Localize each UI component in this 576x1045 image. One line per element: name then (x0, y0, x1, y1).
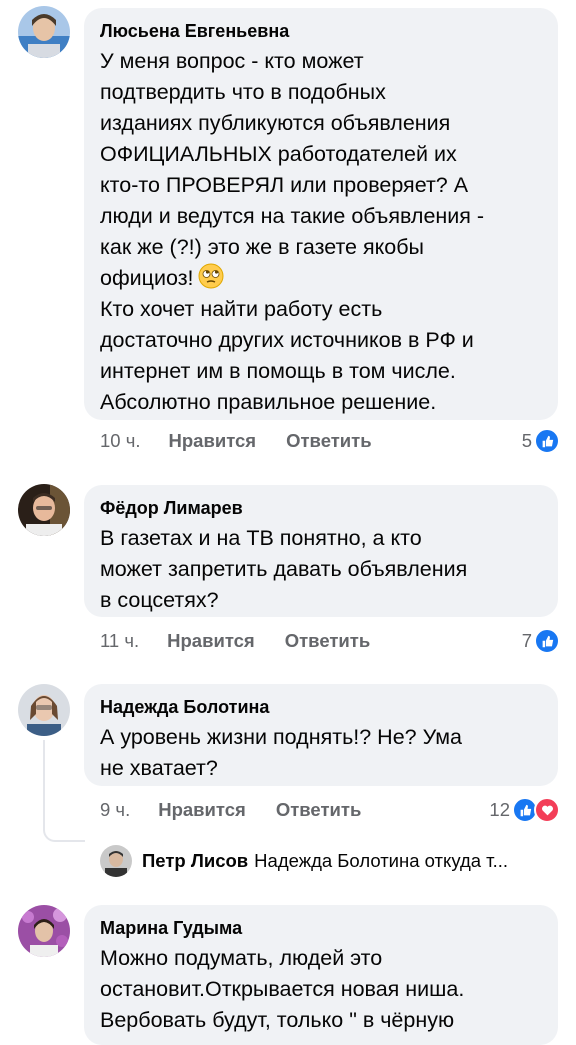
comment-bubble: Надежда Болотина А уровень жизни поднять… (84, 684, 558, 786)
thread-line (43, 740, 85, 842)
avatar (100, 845, 132, 877)
comment-author[interactable]: Марина Гудыма (100, 917, 542, 939)
like-reaction-icon (534, 628, 560, 654)
comment-bubble: Люсьена Евгеньевна У меня вопрос - кто м… (84, 8, 558, 420)
reply-preview[interactable]: Петр Лисов Надежда Болотина откуда т... (100, 845, 508, 877)
like-button[interactable]: Нравится (158, 799, 246, 821)
reply-button[interactable]: Ответить (286, 430, 372, 452)
comment-text: У меня вопрос - кто может подтвердить чт… (100, 49, 485, 414)
reaction-number: 7 (521, 630, 532, 651)
comment-actions: 11 ч. Нравится Ответить (100, 630, 370, 652)
comment-text: В газетах и на ТВ понятно, а кто может з… (100, 526, 468, 612)
reply-author[interactable]: Петр Лисов (142, 850, 248, 872)
comment-actions: 10 ч. Нравится Ответить (100, 430, 372, 452)
love-reaction-icon (534, 797, 560, 823)
comment-author[interactable]: Надежда Болотина (100, 696, 542, 718)
reaction-number: 5 (521, 430, 532, 451)
avatar[interactable] (18, 6, 70, 58)
comment-time[interactable]: 9 ч. (100, 799, 130, 821)
reply-button[interactable]: Ответить (276, 799, 362, 821)
rolling-eyes-emoji-icon (198, 263, 224, 289)
like-button[interactable]: Нравится (169, 430, 257, 452)
comment-text: А уровень жизни поднять!? Не? Ума не хва… (100, 725, 463, 780)
reply-text: Надежда Болотина откуда т... (254, 850, 509, 871)
comment-time[interactable]: 11 ч. (100, 630, 139, 652)
reaction-number: 12 (489, 799, 510, 820)
reaction-count[interactable]: 5 (522, 428, 560, 454)
comment-bubble: Фёдор Лимарев В газетах и на ТВ понятно,… (84, 485, 558, 617)
comment-bubble: Марина Гудыма Можно подумать, людей это … (84, 905, 558, 1045)
comment-author[interactable]: Люсьена Евгеньевна (100, 20, 542, 42)
avatar[interactable] (18, 905, 70, 957)
avatar[interactable] (18, 684, 70, 736)
comment-time[interactable]: 10 ч. (100, 430, 141, 452)
reaction-count[interactable]: 7 (522, 628, 560, 654)
reply-button[interactable]: Ответить (285, 630, 371, 652)
avatar[interactable] (18, 484, 70, 536)
comment-author[interactable]: Фёдор Лимарев (100, 497, 542, 519)
comment-text: Можно подумать, людей это остановит.Откр… (100, 946, 465, 1032)
comment-actions: 9 ч. Нравится Ответить (100, 799, 361, 821)
like-reaction-icon (534, 428, 560, 454)
like-button[interactable]: Нравится (167, 630, 255, 652)
reaction-count[interactable]: 12 (489, 797, 560, 823)
